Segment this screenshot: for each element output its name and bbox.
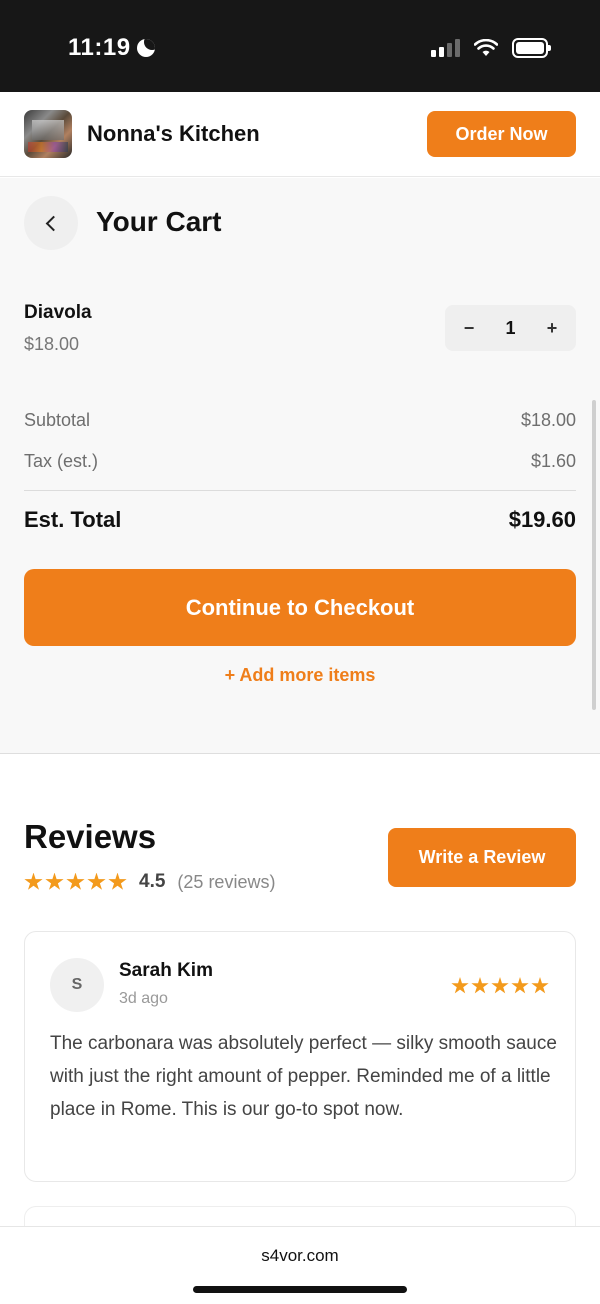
star-icon — [471, 977, 489, 994]
star-icon — [108, 872, 127, 890]
subtotal-value: $18.00 — [520, 410, 576, 430]
url-bar[interactable]: s4vor.com — [0, 1246, 600, 1266]
back-button[interactable] — [24, 196, 78, 250]
review-count: (25 reviews) — [177, 871, 276, 892]
status-icons — [431, 38, 551, 58]
average-rating: 4.5 — [139, 871, 166, 892]
restaurant-logo[interactable] — [24, 110, 72, 158]
checkout-button[interactable]: Continue to Checkout — [24, 569, 576, 646]
rating-stars — [24, 872, 127, 892]
battery-icon — [512, 38, 551, 58]
star-icon — [24, 872, 43, 890]
star-icon — [45, 872, 64, 890]
avatar: S — [50, 958, 104, 1012]
quantity-stepper: − 1 + — [445, 305, 576, 351]
star-icon — [511, 977, 529, 994]
star-icon — [87, 872, 106, 890]
cart-item-price: $18.00 — [24, 334, 80, 354]
tax-label: Tax (est.) — [24, 451, 99, 471]
increase-quantity-button[interactable]: + — [544, 318, 560, 339]
scrollbar[interactable] — [592, 400, 596, 710]
review-text: The carbonara was absolutely perfect — s… — [50, 1033, 557, 1120]
browser-bottom-bar: s4vor.com — [0, 1226, 600, 1304]
quantity-value: 1 — [505, 317, 516, 338]
review-stars — [451, 977, 549, 995]
add-more-items-link[interactable]: + Add more items — [0, 665, 600, 686]
chevron-left-icon — [45, 215, 61, 231]
brand-name: Nonna's Kitchen — [87, 121, 260, 146]
review-card: S Sarah Kim 3d ago The carbonara was abs… — [24, 931, 576, 1182]
reviews-title: Reviews — [24, 818, 157, 855]
cart-item-name: Diavola — [24, 302, 92, 323]
tax-value: $1.60 — [530, 451, 576, 471]
moon-icon — [136, 39, 155, 57]
order-now-button[interactable]: Order Now — [427, 111, 576, 157]
home-indicator[interactable] — [193, 1286, 407, 1293]
write-review-button[interactable]: Write a Review — [388, 828, 576, 887]
status-bar: 11:19 — [0, 0, 600, 92]
clock-text: 11:19 — [68, 34, 131, 61]
total-label: Est. Total — [24, 507, 122, 532]
star-icon — [451, 977, 469, 994]
reviewer-name: Sarah Kim — [119, 960, 213, 981]
rating-summary: 4.5 (25 reviews) — [24, 871, 275, 893]
star-icon — [531, 977, 549, 994]
status-time: 11:19 — [68, 34, 155, 62]
review-time: 3d ago — [119, 990, 168, 1007]
star-icon — [66, 872, 85, 890]
divider — [24, 490, 576, 491]
star-icon — [491, 977, 509, 994]
app-header: Nonna's Kitchen Order Now — [0, 92, 600, 177]
subtotal-label: Subtotal — [24, 410, 91, 430]
cart-section: Your Cart Diavola $18.00 − 1 + Subtotal … — [0, 178, 600, 754]
wifi-icon — [474, 39, 498, 56]
cart-title: Your Cart — [96, 206, 222, 237]
total-value: $19.60 — [508, 507, 576, 532]
cellular-signal-icon — [431, 39, 460, 57]
decrease-quantity-button[interactable]: − — [461, 318, 477, 339]
